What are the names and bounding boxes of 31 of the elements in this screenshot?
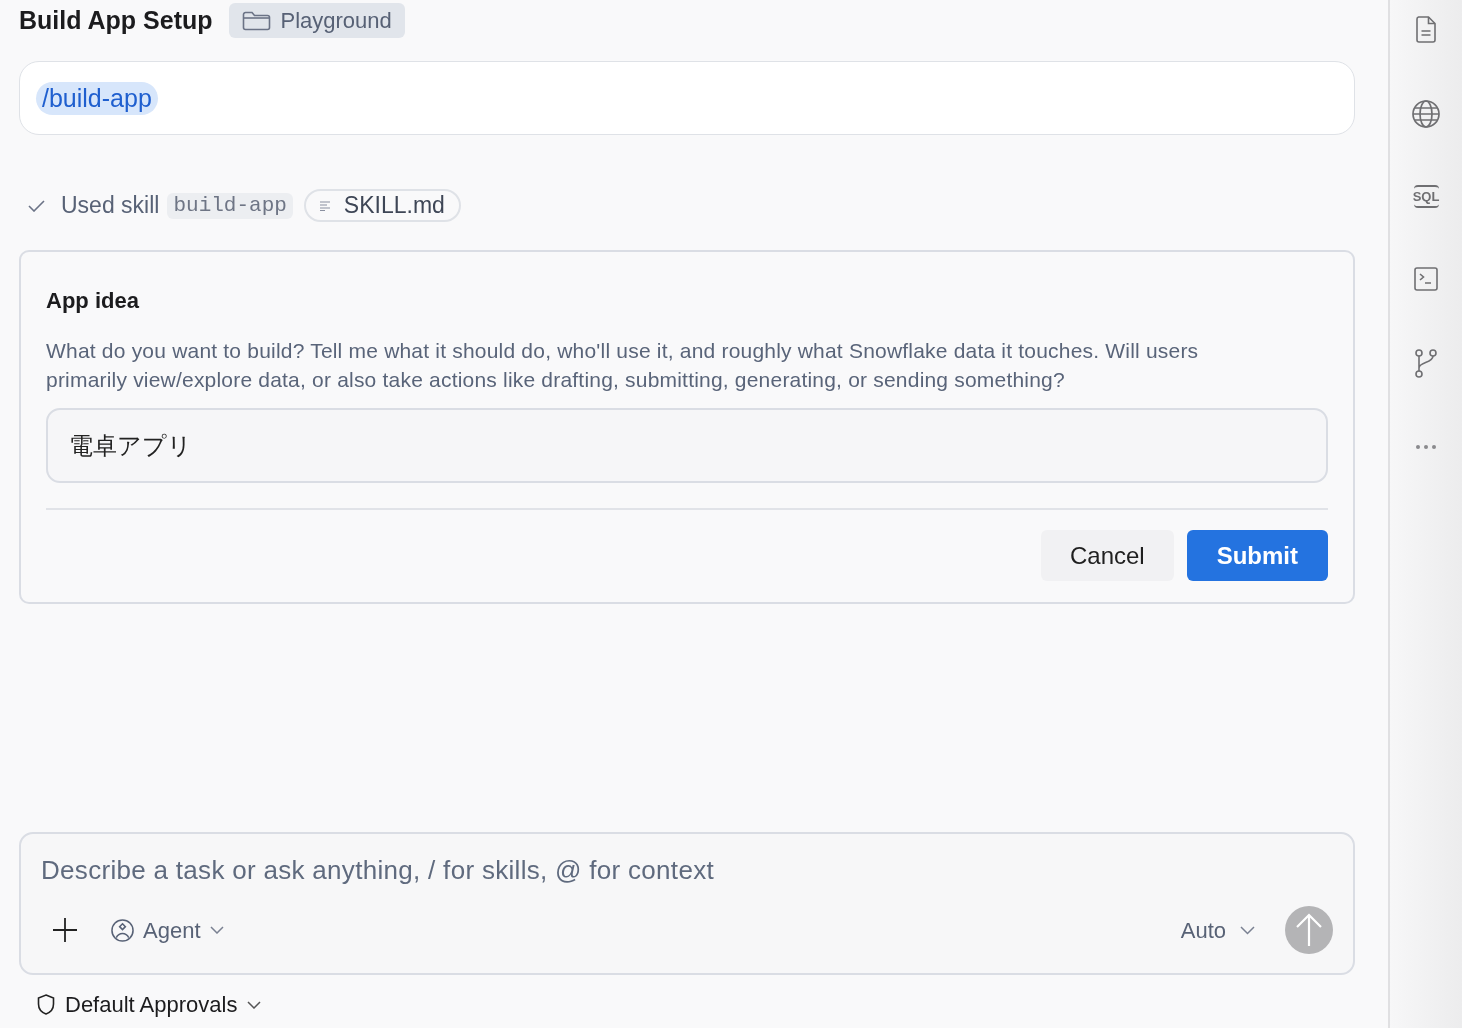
mode-dropdown[interactable]: Agent [111, 913, 224, 947]
shield-icon [37, 994, 55, 1015]
lines-icon [319, 200, 330, 211]
more-icon[interactable] [1416, 445, 1436, 449]
user-circle-icon [111, 918, 134, 942]
file-chip[interactable]: SKILL.md [303, 189, 461, 222]
branch-icon[interactable] [1415, 349, 1437, 378]
page-title: Build App Setup [19, 8, 213, 33]
workspace-button[interactable]: Playground [228, 3, 405, 38]
question-title: App idea [46, 287, 139, 315]
chevron-down-icon [247, 1000, 262, 1009]
plus-icon [53, 918, 77, 942]
model-dropdown[interactable]: Auto [1180, 913, 1255, 947]
message-input[interactable]: Describe a task or ask anything, / for skills, @ for context [41, 855, 1333, 885]
cancel-button[interactable]: Cancel [1040, 530, 1174, 581]
approvals-dropdown[interactable]: Default Approvals [37, 988, 262, 1021]
submit-button[interactable]: Submit [1186, 530, 1328, 581]
answer-field[interactable]: 電卓アプリ [46, 408, 1328, 483]
arrow-up-icon [1296, 913, 1322, 947]
file-icon[interactable] [1416, 16, 1436, 43]
add-button[interactable] [52, 917, 78, 943]
status-text: Used skill [61, 191, 160, 221]
command-chip: /build-app [36, 81, 158, 115]
skill-tag: build-app [167, 192, 293, 219]
chevron-down-icon [209, 926, 224, 934]
terminal-icon[interactable] [1414, 267, 1438, 291]
check-icon [28, 199, 45, 212]
folder-icon [241, 10, 271, 31]
globe-icon[interactable] [1412, 100, 1440, 128]
question-text: What do you want to build? Tell me what it should do, who'll use it, and roughly what Snowflake data it touches. Will users primarily view/explore data, or also take actions like drafting, submitting, generating, or sending something? [46, 338, 1200, 393]
chevron-down-icon [1240, 925, 1255, 935]
